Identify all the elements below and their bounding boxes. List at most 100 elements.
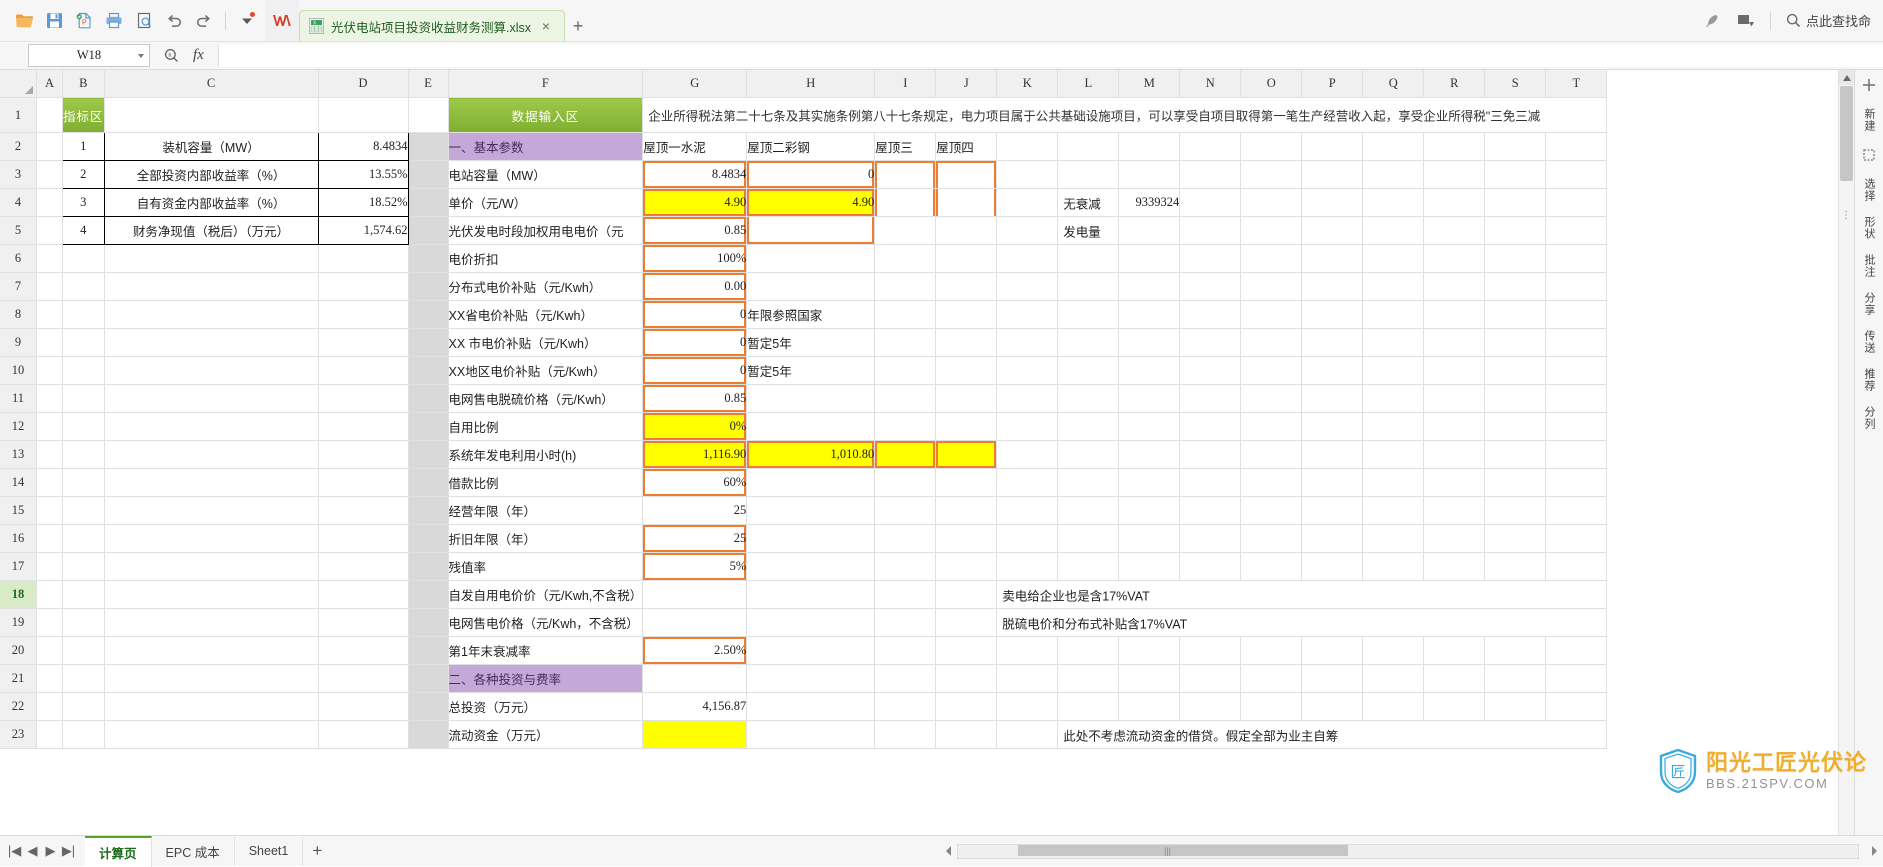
row-header-17[interactable]: 17 (0, 552, 37, 581)
cell-C13[interactable] (104, 440, 319, 469)
horizontal-scrollbar[interactable]: ||| (957, 843, 1859, 859)
param-i-row3[interactable] (874, 160, 937, 189)
cell-T22[interactable] (1545, 692, 1608, 721)
param-h-row7[interactable] (746, 272, 876, 301)
cell-P5[interactable] (1301, 216, 1364, 245)
cell-G21[interactable] (642, 664, 748, 693)
cell-Q5[interactable] (1362, 216, 1425, 245)
param-i-row4[interactable] (874, 188, 937, 217)
param-j-row5[interactable] (935, 216, 998, 245)
cell-R7[interactable] (1423, 272, 1486, 301)
invest-g-row22[interactable]: 4,156.87 (642, 692, 748, 721)
cell-O17[interactable] (1240, 552, 1303, 581)
cell-Q4[interactable] (1362, 188, 1425, 217)
param-j-row3[interactable] (935, 160, 998, 189)
param-g-row15[interactable]: 25 (642, 496, 748, 525)
cell-K9[interactable] (996, 328, 1059, 357)
row-header-22[interactable]: 22 (0, 692, 37, 721)
cell-N2[interactable] (1179, 132, 1242, 161)
cell-M20[interactable] (1118, 636, 1181, 665)
cell-K3[interactable] (996, 160, 1059, 189)
cell-N9[interactable] (1179, 328, 1242, 357)
col-header-G[interactable]: G (642, 70, 748, 98)
cell-A7[interactable] (36, 272, 63, 301)
cell-D23[interactable] (318, 720, 409, 749)
cell-E1[interactable] (408, 97, 449, 133)
cell-K21[interactable] (996, 664, 1059, 693)
cell-O7[interactable] (1240, 272, 1303, 301)
cell-D18[interactable] (318, 580, 409, 609)
cell-L22[interactable] (1057, 692, 1120, 721)
param-label-row17[interactable]: 残值率 (448, 552, 644, 581)
param-i-row17[interactable] (874, 552, 937, 581)
cell-Q7[interactable] (1362, 272, 1425, 301)
cell-L14[interactable] (1057, 468, 1120, 497)
cell-D17[interactable] (318, 552, 409, 581)
cell-E15[interactable] (408, 496, 449, 525)
param-h-row5[interactable] (746, 216, 876, 245)
cell-T15[interactable] (1545, 496, 1608, 525)
cell-N14[interactable] (1179, 468, 1242, 497)
cell-M11[interactable] (1118, 384, 1181, 413)
prev-sheet-button[interactable]: ◀ (24, 841, 41, 861)
formula-input[interactable] (217, 44, 1883, 67)
scenario-header-2[interactable]: 屋顶二彩钢 (746, 132, 876, 161)
export-pdf-icon[interactable]: P (70, 7, 98, 35)
row-header-9[interactable]: 9 (0, 328, 37, 357)
row-header-1[interactable]: 1 (0, 97, 37, 133)
cell-R10[interactable] (1423, 356, 1486, 385)
cell-S15[interactable] (1484, 496, 1547, 525)
cell-E20[interactable] (408, 636, 449, 665)
cell-P21[interactable] (1301, 664, 1364, 693)
param-g-row19[interactable] (642, 608, 748, 637)
cell-K17[interactable] (996, 552, 1059, 581)
cell-E3[interactable] (408, 160, 449, 189)
cell-D21[interactable] (318, 664, 409, 693)
param-label-row3[interactable]: 电站容量（MW） (448, 160, 644, 189)
cell-Q16[interactable] (1362, 524, 1425, 553)
param-g-row5[interactable]: 0.85 (642, 216, 748, 245)
param-i-row11[interactable] (874, 384, 937, 413)
cell-D12[interactable] (318, 412, 409, 441)
cell-K22[interactable] (996, 692, 1059, 721)
cell-D16[interactable] (318, 524, 409, 553)
cell-S3[interactable] (1484, 160, 1547, 189)
param-i-row7[interactable] (874, 272, 937, 301)
param-label-row8[interactable]: XX省电价补贴（元/Kwh） (448, 300, 644, 329)
cell-R9[interactable] (1423, 328, 1486, 357)
cell-M21[interactable] (1118, 664, 1181, 693)
scenario-header-1[interactable]: 屋顶一水泥 (642, 132, 748, 161)
cell-B18[interactable] (62, 580, 105, 609)
param-h-row20[interactable] (746, 636, 876, 665)
param-h-row16[interactable] (746, 524, 876, 553)
cell-A23[interactable] (36, 720, 63, 749)
cell-E22[interactable] (408, 692, 449, 721)
param-g-row3[interactable]: 8.4834 (642, 160, 748, 189)
cell-N5[interactable] (1179, 216, 1242, 245)
param-g-row8[interactable]: 0 (642, 300, 748, 329)
cell-R13[interactable] (1423, 440, 1486, 469)
param-j-row13[interactable] (935, 440, 998, 469)
param-j-row11[interactable] (935, 384, 998, 413)
cell-B6[interactable] (62, 244, 105, 273)
col-header-H[interactable]: H (746, 70, 876, 98)
cell-N16[interactable] (1179, 524, 1242, 553)
cell-C1[interactable] (104, 97, 319, 133)
param-g-row13[interactable]: 1,116.90 (642, 440, 748, 469)
undo-icon[interactable] (160, 7, 188, 35)
cell-Q13[interactable] (1362, 440, 1425, 469)
cell-R11[interactable] (1423, 384, 1486, 413)
col-header-S[interactable]: S (1484, 70, 1547, 98)
cell-S13[interactable] (1484, 440, 1547, 469)
col-header-M[interactable]: M (1118, 70, 1181, 98)
cell-N7[interactable] (1179, 272, 1242, 301)
param-j-row9[interactable] (935, 328, 998, 357)
cell-C10[interactable] (104, 356, 319, 385)
cell-K8[interactable] (996, 300, 1059, 329)
cell-P22[interactable] (1301, 692, 1364, 721)
cell-E21[interactable] (408, 664, 449, 693)
cell-L3[interactable] (1057, 160, 1120, 189)
param-label-row13[interactable]: 系统年发电利用小时(h) (448, 440, 644, 469)
cell-J23[interactable] (935, 720, 998, 749)
param-g-row12[interactable]: 0% (642, 412, 748, 441)
